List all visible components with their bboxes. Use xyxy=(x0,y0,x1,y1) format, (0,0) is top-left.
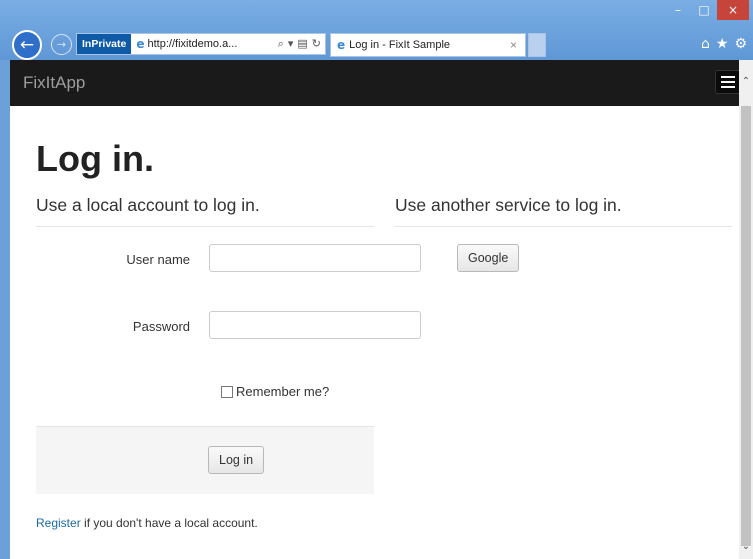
favorites-icon[interactable]: ★ xyxy=(716,36,729,52)
vertical-scrollbar[interactable]: ⌃ ⌄ xyxy=(739,60,753,559)
external-service-heading: Use another service to log in. xyxy=(395,195,732,227)
address-bar[interactable]: InPrivate e http://fixitdemo.a... ⌕ ▾ ▤ … xyxy=(76,33,326,55)
back-button[interactable]: ← xyxy=(12,30,42,60)
password-label: Password xyxy=(132,319,190,334)
url-text[interactable]: http://fixitdemo.a... xyxy=(148,38,274,50)
search-icon[interactable]: ⌕ xyxy=(278,37,284,51)
remember-me-checkbox[interactable] xyxy=(221,385,233,398)
menu-toggle-button[interactable] xyxy=(715,70,741,94)
page-title: Log in. xyxy=(36,138,154,179)
inprivate-badge: InPrivate xyxy=(77,34,132,54)
scroll-up-icon[interactable]: ⌃ xyxy=(739,76,753,90)
compat-view-icon[interactable]: ▤ xyxy=(297,37,307,51)
home-icon[interactable]: ⌂ xyxy=(701,36,710,52)
maximize-button[interactable]: □ xyxy=(691,0,717,20)
username-input[interactable] xyxy=(209,244,421,272)
form-actions: Log in xyxy=(36,426,374,494)
local-account-heading: Use a local account to log in. xyxy=(36,195,374,227)
window-controls: – □ × xyxy=(665,0,749,22)
hamburger-bar xyxy=(721,86,735,88)
minimize-button[interactable]: – xyxy=(665,0,691,20)
brand-link[interactable]: FixItApp xyxy=(23,73,85,93)
username-label: User name xyxy=(126,252,190,267)
settings-icon[interactable]: ⚙ xyxy=(734,36,747,52)
ie-tab-icon: e xyxy=(337,38,346,52)
dropdown-icon[interactable]: ▾ xyxy=(288,37,294,51)
tab-close-icon[interactable]: × xyxy=(510,38,517,52)
hamburger-bar xyxy=(721,81,735,83)
register-text: Register if you don't have a local accou… xyxy=(36,516,258,530)
new-tab-button[interactable] xyxy=(528,33,546,57)
browser-chrome: – □ × ← → InPrivate e http://fixitdemo.a… xyxy=(0,0,753,60)
tab-title: Log in - FixIt Sample xyxy=(349,39,451,51)
scroll-down-icon[interactable]: ⌄ xyxy=(739,541,753,555)
hamburger-bar xyxy=(721,76,735,78)
register-link[interactable]: Register xyxy=(36,516,81,530)
remember-me[interactable]: Remember me? xyxy=(221,384,329,399)
remember-me-label[interactable]: Remember me? xyxy=(236,384,329,399)
forward-button[interactable]: → xyxy=(51,34,72,55)
close-window-button[interactable]: × xyxy=(717,0,749,20)
register-suffix: if you don't have a local account. xyxy=(80,516,258,530)
password-input[interactable] xyxy=(209,311,421,339)
tab-log-in[interactable]: e Log in - FixIt Sample × xyxy=(330,33,526,57)
ie-logo-icon: e xyxy=(136,37,145,51)
refresh-icon[interactable]: ↻ xyxy=(312,37,321,51)
google-login-button[interactable]: Google xyxy=(457,244,520,272)
scroll-thumb[interactable] xyxy=(741,106,751,546)
page-viewport: FixItApp Log in. Use a local account to … xyxy=(10,60,753,559)
navbar: FixItApp xyxy=(10,60,753,106)
login-button[interactable]: Log in xyxy=(208,446,265,474)
